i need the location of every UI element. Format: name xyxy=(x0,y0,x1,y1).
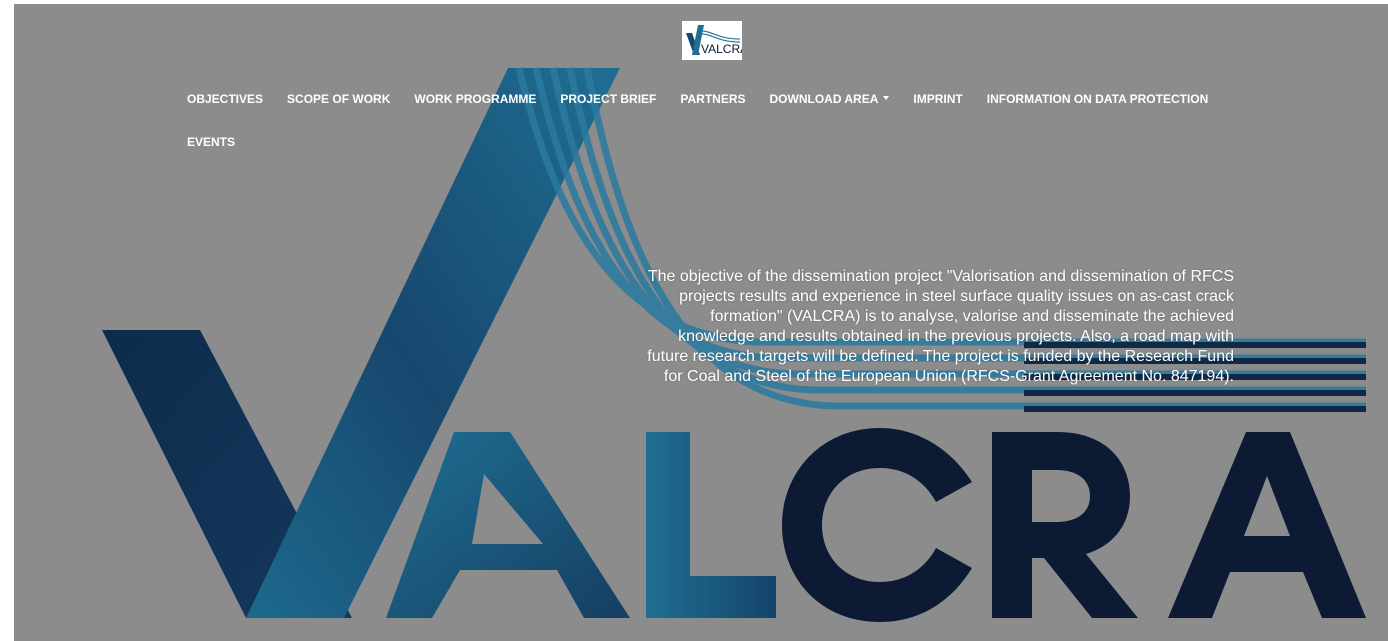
page: VALCRA OBJECTIVES SCOPE OF WORK WORK PRO… xyxy=(14,4,1388,641)
nav-download-area[interactable]: DOWNLOAD AREA xyxy=(770,92,890,106)
letter-r xyxy=(992,432,1138,618)
nav-scope-of-work[interactable]: SCOPE OF WORK xyxy=(287,92,390,106)
nav-row-secondary: EVENTS xyxy=(187,131,1287,153)
caret-down-icon xyxy=(883,95,890,100)
nav-project-brief[interactable]: PROJECT BRIEF xyxy=(560,92,656,106)
nav-partners[interactable]: PARTNERS xyxy=(680,92,745,106)
project-intro-text: The objective of the dissemination proje… xyxy=(647,268,1234,385)
nav-objectives[interactable]: OBJECTIVES xyxy=(187,92,263,106)
valcra-logo[interactable]: VALCRA xyxy=(682,21,742,60)
logo-wordmark: VALCRA xyxy=(701,42,742,56)
nav-work-programme[interactable]: WORK PROGRAMME xyxy=(414,92,536,106)
nav-row-primary: OBJECTIVES SCOPE OF WORK WORK PROGRAMME … xyxy=(187,88,1287,110)
main-navigation: OBJECTIVES SCOPE OF WORK WORK PROGRAMME … xyxy=(187,88,1287,153)
nav-events[interactable]: EVENTS xyxy=(187,135,235,149)
nav-imprint[interactable]: IMPRINT xyxy=(913,92,962,106)
letter-c xyxy=(782,428,972,622)
nav-data-protection[interactable]: INFORMATION ON DATA PROTECTION xyxy=(987,92,1209,106)
letter-l xyxy=(646,432,776,618)
nav-download-area-label: DOWNLOAD AREA xyxy=(769,92,879,106)
